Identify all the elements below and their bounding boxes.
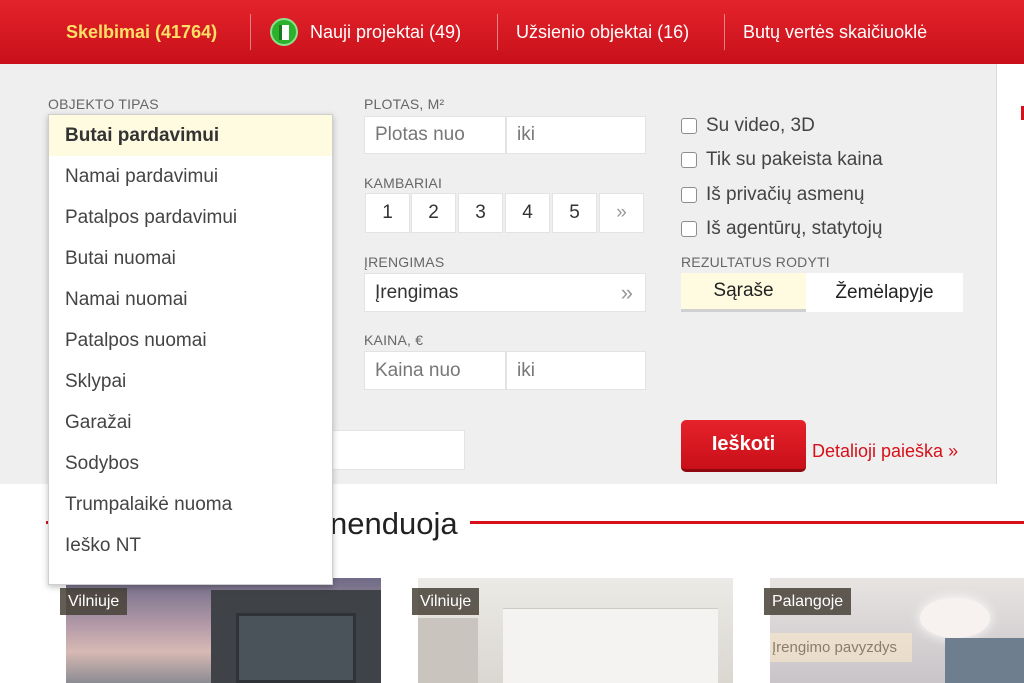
section-title: nenduoja — [330, 506, 462, 542]
price-label: KAINA, € — [364, 332, 424, 348]
room-2-button[interactable]: 2 — [411, 193, 456, 233]
checkbox-box[interactable] — [681, 187, 697, 203]
price-from-input[interactable]: Kaina nuo — [364, 351, 506, 390]
checkbox-box[interactable] — [681, 152, 697, 168]
dropdown-item-patalpos-nuomai[interactable]: Patalpos nuomai — [49, 320, 332, 361]
dropdown-item-namai-nuomai[interactable]: Namai nuomai — [49, 279, 332, 320]
card-location-badge: Vilniuje — [412, 588, 480, 615]
area-to-input[interactable]: iki — [506, 116, 646, 154]
door-icon — [270, 18, 298, 46]
dropdown-item-butai-nuomai[interactable]: Butai nuomai — [49, 238, 332, 279]
equipment-label: ĮRENGIMAS — [364, 254, 445, 270]
checkbox-agencies[interactable]: Iš agentūrų, statytojų — [681, 218, 882, 240]
nav-nauji-projektai[interactable]: Nauji projektai (49) — [270, 0, 461, 64]
dropdown-item-sodybos[interactable]: Sodybos — [49, 443, 332, 484]
results-list-toggle[interactable]: Sąraše — [681, 273, 806, 312]
nav-uzsienio-objektai[interactable]: Užsienio objektai (16) — [516, 0, 689, 64]
side-panel-edge — [996, 64, 1024, 484]
detailed-search-link[interactable]: Detalioji paieška » — [812, 441, 958, 462]
section-divider — [470, 521, 1024, 524]
card-location-badge: Palangoje — [764, 588, 852, 615]
room-more-button[interactable]: » — [599, 193, 644, 233]
nav-separator — [497, 14, 498, 50]
room-1-button[interactable]: 1 — [365, 193, 410, 233]
dropdown-item-iesko-nt[interactable]: Ieško NT — [49, 525, 332, 566]
dropdown-item-sklypai[interactable]: Sklypai — [49, 361, 332, 402]
card-caption: Įrengimo pavyzdys — [770, 633, 912, 662]
chevron-right-icon: » — [620, 280, 633, 305]
room-4-button[interactable]: 4 — [505, 193, 550, 233]
top-navigation: Skelbimai (41764) Nauji projektai (49) U… — [0, 0, 1024, 64]
room-5-button[interactable]: 5 — [552, 193, 597, 233]
results-map-toggle[interactable]: Žemėlapyje — [806, 273, 963, 312]
keyword-input[interactable] — [330, 430, 465, 470]
object-type-label: OBJEKTO TIPAS — [48, 96, 159, 112]
dropdown-item-trumpalaike-nuoma[interactable]: Trumpalaikė nuoma — [49, 484, 332, 525]
area-from-input[interactable]: Plotas nuo — [364, 116, 506, 154]
checkbox-price-changed[interactable]: Tik su pakeista kaina — [681, 149, 883, 171]
dropdown-item-garazai[interactable]: Garažai — [49, 402, 332, 443]
rooms-label: KAMBARIAI — [364, 175, 443, 191]
checkbox-private-persons[interactable]: Iš privačių asmenų — [681, 184, 864, 206]
price-to-input[interactable]: iki — [506, 351, 646, 390]
results-display-label: REZULTATUS RODYTI — [681, 254, 830, 270]
checkbox-box[interactable] — [681, 221, 697, 237]
nav-butu-vertes-skaiciuokle[interactable]: Butų vertės skaičiuoklė — [743, 0, 927, 64]
checkbox-video-3d[interactable]: Su video, 3D — [681, 115, 815, 137]
dropdown-item-namai-pardavimui[interactable]: Namai pardavimui — [49, 156, 332, 197]
checkbox-box[interactable] — [681, 118, 697, 134]
room-3-button[interactable]: 3 — [458, 193, 503, 233]
object-type-dropdown[interactable]: Butai pardavimui Namai pardavimui Patalp… — [48, 114, 333, 585]
equipment-select[interactable]: Įrengimas » — [364, 273, 646, 312]
card-location-badge: Vilniuje — [60, 588, 128, 615]
area-label: PLOTAS, m² — [364, 96, 445, 112]
nav-separator — [250, 14, 251, 50]
nav-skelbimai[interactable]: Skelbimai (41764) — [66, 0, 217, 64]
nav-separator — [724, 14, 725, 50]
dropdown-item-patalpos-pardavimui[interactable]: Patalpos pardavimui — [49, 197, 332, 238]
dropdown-item-butai-pardavimui[interactable]: Butai pardavimui — [49, 115, 332, 156]
search-button[interactable]: Ieškoti — [681, 420, 806, 472]
